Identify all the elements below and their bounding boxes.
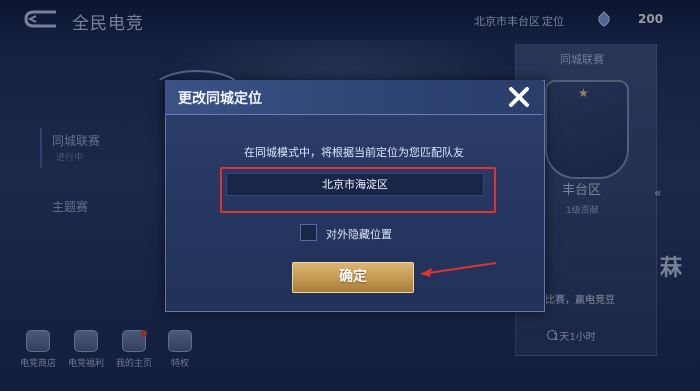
hide-location-label: 对外隐藏位置	[326, 228, 392, 241]
dialog-title: 更改同城定位	[178, 91, 262, 107]
close-icon[interactable]	[506, 84, 532, 110]
annotation-arrow-icon	[420, 262, 497, 277]
confirm-button[interactable]: 确定	[292, 262, 414, 293]
city-location-field[interactable]: 北京市海淀区	[226, 173, 484, 196]
dialog-message: 在同城模式中，将根据当前定位为您匹配队友	[244, 146, 464, 159]
hide-location-checkbox[interactable]	[300, 224, 317, 241]
